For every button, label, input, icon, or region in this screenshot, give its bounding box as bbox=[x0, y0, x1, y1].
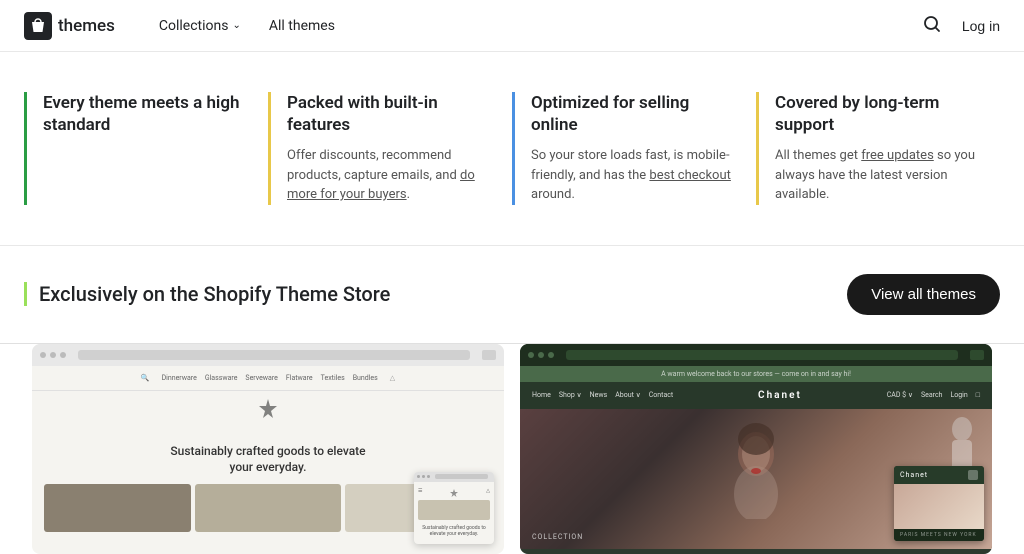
browser-chrome-left bbox=[32, 344, 504, 366]
feature-builtin-desc: Offer discounts, recommend products, cap… bbox=[287, 146, 488, 205]
mobile-panel-right: Chanet Paris Meets New York bbox=[894, 466, 984, 541]
feature-builtin: Packed with built-in features Offer disc… bbox=[268, 92, 512, 205]
theme-previews: 🔍 Dinnerware Glassware Serveware Flatwar… bbox=[0, 344, 1024, 554]
mobile-panel-nav: Chanet bbox=[894, 466, 984, 484]
search-icon bbox=[922, 14, 942, 34]
chanet-logo: Chanet bbox=[758, 390, 802, 401]
browser-action bbox=[482, 350, 496, 360]
chanet-nav-right: CAD $ ∨ Search Login □ bbox=[887, 391, 980, 399]
feature-selling: Optimized for selling online So your sto… bbox=[512, 92, 756, 205]
chanet-collection-tag: COLLECTION bbox=[532, 533, 583, 541]
theme-left-search-icon: 🔍 bbox=[141, 374, 150, 382]
login-button[interactable]: Log in bbox=[962, 18, 1000, 34]
logo-text: themes bbox=[58, 16, 115, 36]
mobile-panel-menu-icon bbox=[968, 470, 978, 480]
theme-left-logo-icon bbox=[256, 397, 280, 421]
support-link[interactable]: free updates bbox=[861, 148, 934, 163]
feature-selling-title: Optimized for selling online bbox=[531, 92, 732, 136]
theme-left-headline: Sustainably crafted goods to elevateyour… bbox=[150, 427, 385, 485]
all-themes-nav-link[interactable]: All themes bbox=[257, 12, 347, 40]
feature-support-desc: All themes get free updates so you alway… bbox=[775, 146, 976, 205]
theme-left-cart-icon: △ bbox=[390, 374, 395, 382]
feature-selling-desc: So your store loads fast, is mobile-frie… bbox=[531, 146, 732, 205]
browser-url-bar-right bbox=[566, 350, 958, 360]
mobile-panel-logo: Chanet bbox=[900, 471, 928, 479]
mobile-text-left: Sustainably crafted goods to elevate you… bbox=[418, 523, 490, 540]
main-nav: themes Collections ⌄ All themes Log in bbox=[0, 0, 1024, 52]
features-section: Every theme meets a high standard Packed… bbox=[0, 52, 1024, 246]
chevron-down-icon: ⌄ bbox=[232, 20, 240, 31]
browser-action-right bbox=[970, 350, 984, 360]
search-button[interactable] bbox=[918, 10, 946, 41]
face-silhouette bbox=[726, 419, 786, 519]
nav-right: Log in bbox=[918, 10, 1000, 41]
collections-nav-link[interactable]: Collections ⌄ bbox=[147, 12, 253, 40]
logo-link[interactable]: themes bbox=[24, 12, 115, 40]
theme-img-2 bbox=[195, 484, 342, 532]
feature-standard-title: Every theme meets a high standard bbox=[43, 92, 244, 136]
mobile-img-left bbox=[418, 500, 490, 520]
browser-dot-r3 bbox=[548, 352, 554, 358]
selling-link[interactable]: best checkout bbox=[649, 168, 730, 183]
browser-chrome-right bbox=[520, 344, 992, 366]
exclusive-title: Exclusively on the Shopify Theme Store bbox=[24, 282, 390, 306]
feature-support: Covered by long-term support All themes … bbox=[756, 92, 1000, 205]
chanet-nav-items-left: Home Shop ∨ News About ∨ Contact bbox=[532, 391, 673, 399]
feature-builtin-title: Packed with built-in features bbox=[287, 92, 488, 136]
browser-dot-2 bbox=[50, 352, 56, 358]
nav-links: Collections ⌄ All themes bbox=[147, 12, 918, 40]
feature-standard: Every theme meets a high standard bbox=[24, 92, 268, 205]
welcome-banner: A warm welcome back to our stores — come… bbox=[520, 366, 992, 382]
chanet-nav: Home Shop ∨ News About ∨ Contact Chanet … bbox=[520, 382, 992, 409]
builtin-link[interactable]: do more for your buyers bbox=[287, 168, 475, 203]
exclusive-section: Exclusively on the Shopify Theme Store V… bbox=[0, 246, 1024, 344]
feature-support-title: Covered by long-term support bbox=[775, 92, 976, 136]
theme-preview-right[interactable]: A warm welcome back to our stores — come… bbox=[520, 344, 992, 554]
view-all-themes-button[interactable]: View all themes bbox=[847, 274, 1000, 315]
mobile-panel-tag: Paris Meets New York bbox=[894, 529, 984, 541]
theme-left-nav-items: Dinnerware Glassware Serveware Flatware … bbox=[162, 374, 378, 382]
mobile-panel-image bbox=[894, 484, 984, 529]
theme-preview-left[interactable]: 🔍 Dinnerware Glassware Serveware Flatwar… bbox=[32, 344, 504, 554]
browser-dot-3 bbox=[60, 352, 66, 358]
theme-left-nav: 🔍 Dinnerware Glassware Serveware Flatwar… bbox=[32, 366, 504, 391]
mobile-content-left: ☰ △ Sustainably crafted goods to elevate… bbox=[414, 482, 494, 544]
theme-left-logo-area bbox=[256, 391, 280, 427]
chanet-hero: COLLECTION Chanet Paris Meets New York bbox=[520, 409, 992, 549]
browser-dot-1 bbox=[40, 352, 46, 358]
mobile-overlay-left: ☰ △ Sustainably crafted goods to elevate… bbox=[414, 472, 494, 544]
browser-url-bar bbox=[78, 350, 470, 360]
theme-img-1 bbox=[44, 484, 191, 532]
browser-dot-r2 bbox=[538, 352, 544, 358]
browser-dot-r1 bbox=[528, 352, 534, 358]
mobile-chrome-left bbox=[414, 472, 494, 482]
shopify-bag-icon bbox=[24, 12, 52, 40]
